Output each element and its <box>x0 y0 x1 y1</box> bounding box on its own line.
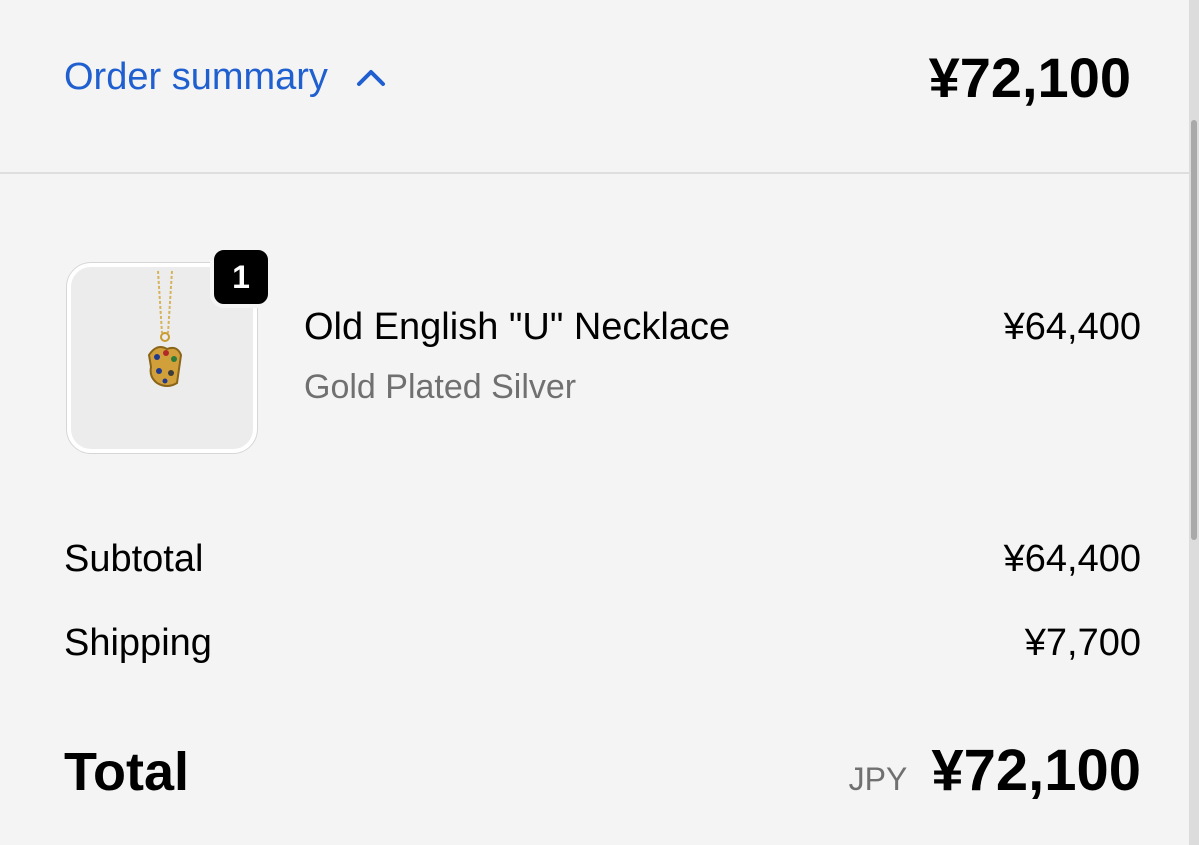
quantity-badge: 1 <box>210 246 272 308</box>
total-label: Total <box>64 742 189 802</box>
shipping-value: ¥7,700 <box>1024 622 1141 664</box>
subtotal-value: ¥64,400 <box>1003 538 1141 580</box>
order-summary-toggle[interactable]: Order summary <box>64 52 388 102</box>
currency-code: JPY <box>848 761 908 797</box>
product-name: Old English "U" Necklace <box>304 306 731 348</box>
shipping-label: Shipping <box>64 622 212 664</box>
chevron-up-icon <box>356 52 388 102</box>
scrollbar[interactable] <box>1189 0 1199 845</box>
header-total-price: ¥72,100 <box>928 46 1131 109</box>
subtotal-label: Subtotal <box>64 538 204 580</box>
order-summary-header: Order summary ¥72,100 <box>0 0 1189 174</box>
product-price: ¥64,400 <box>1003 306 1141 348</box>
scrollbar-thumb[interactable] <box>1191 120 1197 540</box>
total-value: ¥72,100 <box>931 738 1141 803</box>
product-variant: Gold Plated Silver <box>304 368 577 406</box>
total-amount: JPY ¥72,100 <box>849 738 1141 804</box>
order-summary-label: Order summary <box>64 56 328 98</box>
